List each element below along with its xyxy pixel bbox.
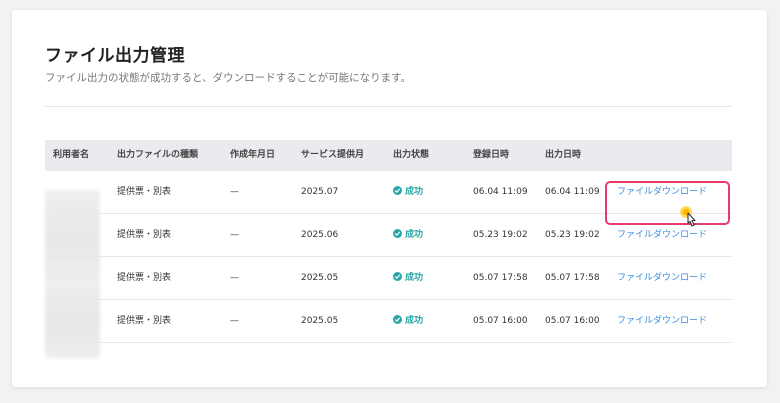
header-status[interactable]: 出力状態 [393,140,429,171]
cell-file-type: 提供票・別表 [117,316,172,326]
cell-action: ファイルダウンロード [617,300,707,343]
cell-status: 成功 [393,257,423,300]
status-text: 成功 [405,273,424,283]
cell-file-type: 提供票・別表 [117,230,172,240]
header-user[interactable]: 利用者名 [53,140,89,171]
header-created[interactable]: 作成年月日 [230,140,275,171]
file-download-link[interactable]: ファイルダウンロード [617,187,707,197]
header-registered[interactable]: 登録日時 [473,140,509,171]
check-circle-icon [393,272,402,281]
page-description: ファイル出力の状態が成功すると、ダウンロードすることが可能になります。 [45,72,412,84]
cell-created: — [230,230,239,240]
status-text: 成功 [405,187,424,197]
cell-status: 成功 [393,214,423,257]
table-row: 提供票・別表 — 2025.06 成功 05.23 19:02 05.23 19… [45,214,732,257]
cell-registered: 05.07 16:00 [473,316,528,326]
file-output-card: ファイル出力管理 ファイル出力の状態が成功すると、ダウンロードすることが可能にな… [12,10,767,387]
table-row: 提供票・別表 — 2025.05 成功 05.07 17:58 05.07 17… [45,257,732,300]
cell-file-type: 提供票・別表 [117,187,172,197]
cell-registered: 06.04 11:09 [473,187,528,197]
cell-registered: 05.23 19:02 [473,230,528,240]
table-row: 提供票・別表 — 2025.07 成功 06.04 11:09 06.04 11… [45,171,732,214]
cell-file-type: 提供票・別表 [117,273,172,283]
table-row: 提供票・別表 — 2025.05 成功 05.07 16:00 05.07 16… [45,300,732,343]
divider [45,106,732,107]
cell-output: 06.04 11:09 [545,187,600,197]
check-circle-icon [393,186,402,195]
cell-created: — [230,273,239,283]
cell-output: 05.07 16:00 [545,316,600,326]
cell-created: — [230,187,239,197]
status-text: 成功 [405,316,424,326]
check-circle-icon [393,229,402,238]
cell-action: ファイルダウンロード [617,257,707,300]
cell-output: 05.07 17:58 [545,273,600,283]
cell-status: 成功 [393,300,423,343]
file-output-table: 利用者名 出力ファイルの種類 作成年月日 サービス提供月 出力状態 登録日時 出… [45,140,732,358]
header-output[interactable]: 出力日時 [545,140,581,171]
file-download-link[interactable]: ファイルダウンロード [617,273,707,283]
cell-service-month: 2025.07 [301,187,339,197]
status-text: 成功 [405,230,424,240]
page-title: ファイル出力管理 [45,46,185,66]
cell-created: — [230,316,239,326]
hand-pointer-icon [680,206,704,232]
table-header: 利用者名 出力ファイルの種類 作成年月日 サービス提供月 出力状態 登録日時 出… [45,140,732,171]
cell-status: 成功 [393,171,423,214]
check-circle-icon [393,315,402,324]
header-service-month[interactable]: サービス提供月 [301,140,364,171]
file-download-link[interactable]: ファイルダウンロード [617,316,707,326]
header-file-type[interactable]: 出力ファイルの種類 [117,140,198,171]
cell-service-month: 2025.06 [301,230,339,240]
cell-output: 05.23 19:02 [545,230,600,240]
cell-service-month: 2025.05 [301,316,339,326]
cell-service-month: 2025.05 [301,273,339,283]
cell-registered: 05.07 17:58 [473,273,528,283]
